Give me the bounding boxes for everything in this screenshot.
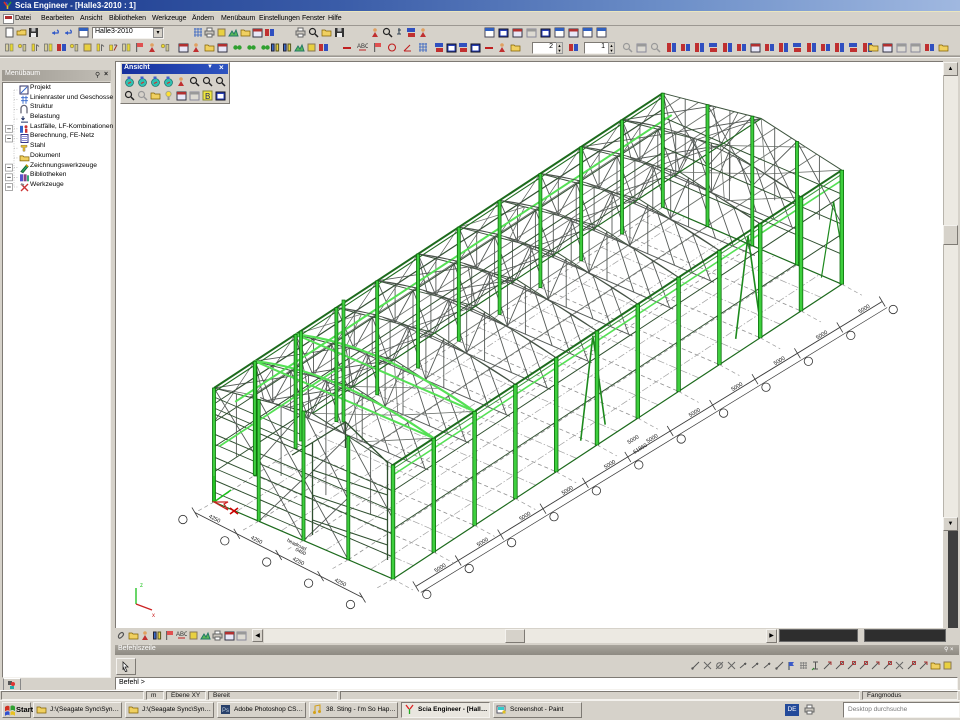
svg-text:61860: 61860	[632, 443, 648, 456]
svg-text:x: x	[152, 613, 155, 619]
svg-text:5000: 5000	[815, 330, 829, 342]
svg-text:5000: 5000	[603, 459, 617, 471]
svg-text:4250: 4250	[333, 578, 347, 589]
svg-text:ABC: ABC	[357, 44, 368, 50]
svg-text:5000: 5000	[476, 537, 490, 549]
svg-text:z: z	[140, 583, 143, 589]
svg-text:4250: 4250	[207, 514, 221, 525]
svg-text:5000: 5000	[858, 304, 872, 316]
svg-text:5000: 5000	[434, 563, 448, 575]
svg-text:ABC: ABC	[176, 632, 187, 638]
svg-text:5000: 5000	[646, 433, 660, 445]
svg-text:5000: 5000	[688, 407, 702, 419]
svg-text:5000: 5000	[561, 485, 575, 497]
svg-text:5000: 5000	[518, 511, 532, 523]
svg-text:5000: 5000	[773, 356, 787, 368]
svg-text:5000: 5000	[627, 434, 641, 446]
svg-text:5000: 5000	[730, 381, 744, 393]
svg-text:4250: 4250	[249, 535, 263, 546]
svg-text:B: B	[205, 92, 210, 101]
svg-text:4250: 4250	[291, 556, 305, 567]
svg-text:Ps: Ps	[222, 708, 229, 714]
